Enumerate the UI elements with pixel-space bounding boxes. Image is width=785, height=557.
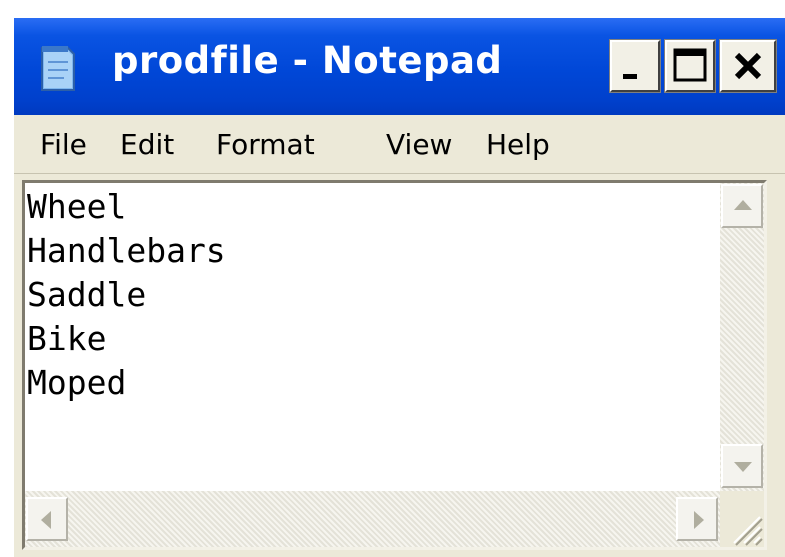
window-title: prodfile - Notepad bbox=[112, 39, 503, 82]
resize-grip[interactable] bbox=[720, 491, 764, 547]
text-line: Handlebars bbox=[27, 231, 226, 270]
notepad-window: prodfile - Notepad File Edit Format View… bbox=[14, 18, 785, 557]
text-line: Bike bbox=[27, 319, 107, 358]
scroll-up-button[interactable] bbox=[721, 184, 763, 228]
editor-frame: Wheel Handlebars Saddle Bike Moped bbox=[22, 180, 767, 550]
close-button[interactable] bbox=[719, 39, 777, 93]
scroll-left-button[interactable] bbox=[26, 497, 68, 541]
text-line: Saddle bbox=[27, 275, 147, 314]
menu-help[interactable]: Help bbox=[486, 128, 550, 161]
scroll-right-button[interactable] bbox=[676, 497, 718, 541]
title-bar[interactable]: prodfile - Notepad bbox=[14, 18, 785, 115]
arrow-right-icon bbox=[694, 511, 704, 529]
menu-format[interactable]: Format bbox=[216, 128, 315, 161]
arrow-down-icon bbox=[734, 462, 752, 472]
vertical-scrollbar[interactable] bbox=[720, 183, 764, 493]
text-editor[interactable]: Wheel Handlebars Saddle Bike Moped bbox=[27, 185, 723, 491]
horizontal-scrollbar[interactable] bbox=[25, 491, 720, 547]
scroll-down-button[interactable] bbox=[721, 444, 763, 488]
notepad-icon[interactable] bbox=[38, 44, 78, 94]
menu-file[interactable]: File bbox=[40, 128, 87, 161]
arrow-up-icon bbox=[734, 200, 752, 210]
maximize-button[interactable] bbox=[664, 39, 716, 93]
menu-view[interactable]: View bbox=[386, 128, 452, 161]
text-line: Wheel bbox=[27, 187, 127, 226]
text-line: Moped bbox=[27, 363, 127, 402]
menu-edit[interactable]: Edit bbox=[120, 128, 174, 161]
minimize-button[interactable] bbox=[609, 39, 661, 93]
arrow-left-icon bbox=[41, 511, 51, 529]
